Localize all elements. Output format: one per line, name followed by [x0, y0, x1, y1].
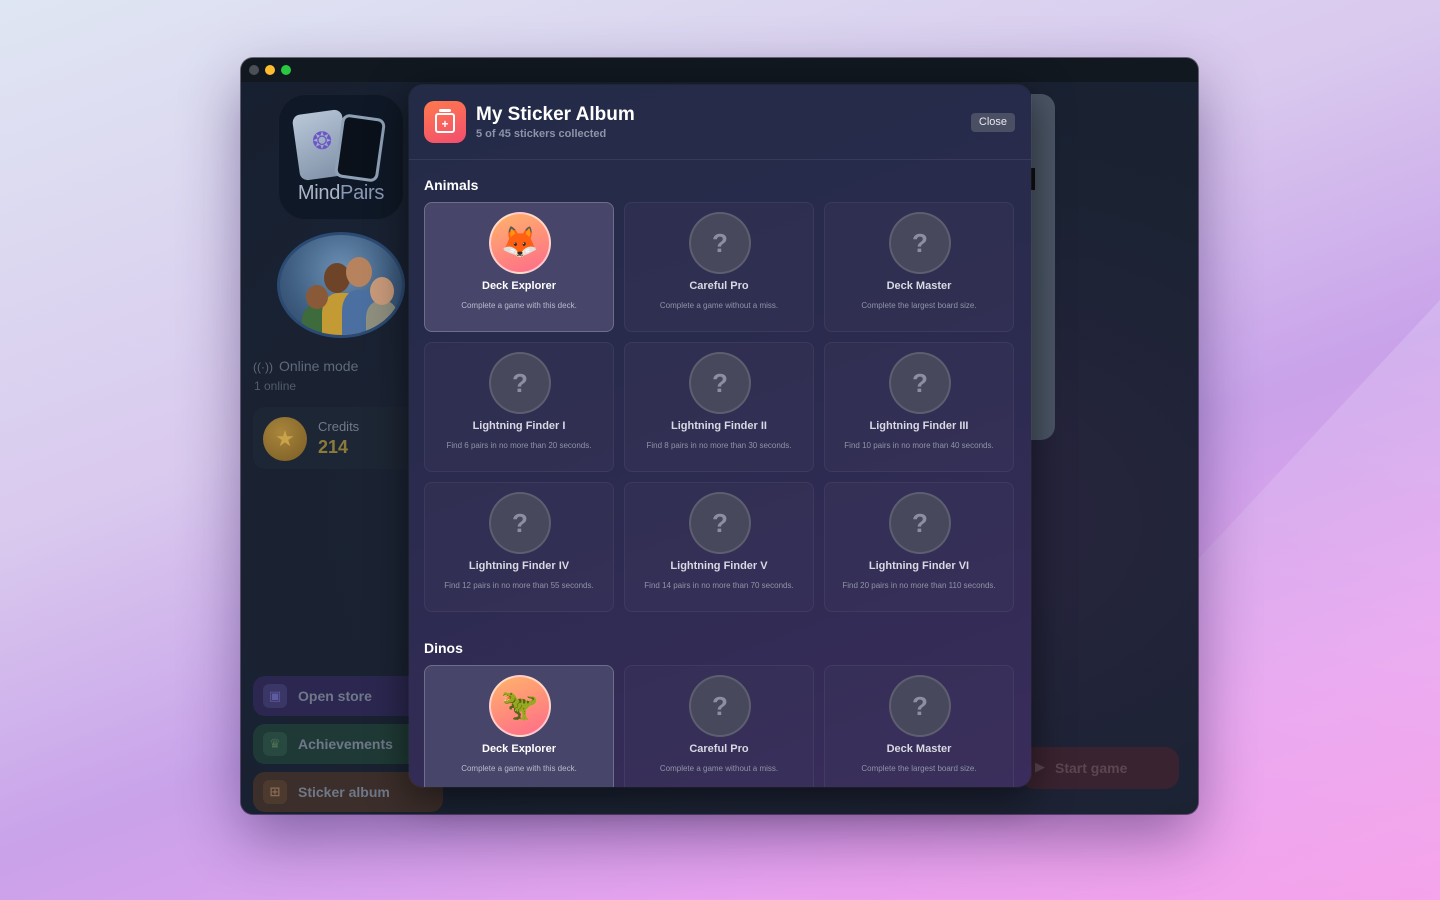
question-mark-icon: ? — [889, 352, 951, 414]
sticker-description: Complete the largest board size. — [861, 764, 977, 773]
question-mark-icon: ? — [889, 212, 951, 274]
question-mark-icon: ? — [889, 492, 951, 554]
sticker-badge-icon: 🦊 — [489, 212, 551, 274]
sticker-description: Complete a game without a miss. — [659, 301, 779, 310]
section-title: Dinos — [424, 640, 463, 656]
sticker-description: Find 10 pairs in no more than 40 seconds… — [844, 441, 994, 450]
question-mark-icon: ? — [689, 352, 751, 414]
sticker-card-locked[interactable]: ? Lightning Finder IV Find 12 pairs in no … — [424, 482, 614, 612]
star-coin-icon: ★ — [263, 417, 307, 461]
section-title: Animals — [424, 177, 479, 193]
brain-icon: ❂ — [311, 128, 333, 155]
question-mark-icon: ? — [689, 212, 751, 274]
logo-card-back — [333, 113, 387, 183]
sticker-name: Lightning Finder II — [671, 420, 767, 432]
sticker-card-locked[interactable]: ? Deck Master Complete the largest board s… — [824, 665, 1014, 787]
sticker-name: Deck Master — [886, 280, 952, 292]
trophy-icon: ♛ — [263, 732, 287, 756]
credits-label: Credits — [318, 419, 360, 434]
minimize-window-button[interactable] — [265, 65, 275, 75]
question-mark-icon: ? — [489, 352, 551, 414]
background-card-marker — [1031, 168, 1035, 190]
sticker-card-locked[interactable]: ? Lightning Finder V Find 14 pairs in no m… — [624, 482, 814, 612]
modal-header: + My Sticker Album 5 of 45 stickers coll… — [409, 85, 1031, 160]
online-count: 1 online — [254, 379, 297, 393]
sticker-name: Lightning Finder III — [869, 420, 969, 432]
question-mark-icon: ? — [889, 675, 951, 737]
sticker-description: Complete the largest board size. — [861, 301, 977, 310]
sticker-name: Careful Pro — [689, 280, 749, 292]
question-mark-icon: ? — [689, 492, 751, 554]
sticker-description: Find 14 pairs in no more than 70 seconds… — [644, 581, 794, 590]
sticker-album-modal: + My Sticker Album 5 of 45 stickers coll… — [409, 85, 1031, 787]
play-icon: ▶ — [1035, 759, 1045, 774]
sticker-name: Careful Pro — [689, 743, 749, 755]
question-mark-icon: ? — [689, 675, 751, 737]
sticker-card-locked[interactable]: ? Careful Pro Complete a game without a mi… — [624, 665, 814, 787]
start-game-button[interactable]: ▶ Start game — [1021, 747, 1179, 789]
sticker-description: Complete a game without a miss. — [659, 764, 779, 773]
title-bar — [241, 58, 1198, 82]
close-button[interactable]: Close — [970, 113, 1015, 132]
sticker-card-locked[interactable]: ? Lightning Finder I Find 6 pairs in no mo… — [424, 342, 614, 472]
sticker-description: Find 8 pairs in no more than 30 seconds. — [646, 441, 792, 450]
sticker-name: Deck Explorer — [482, 280, 556, 292]
sticker-badge-icon: 🦖 — [489, 675, 551, 737]
sticker-album-icon: + — [424, 101, 466, 143]
family-avatar — [277, 232, 405, 338]
sticker-card-locked[interactable]: ? Deck Master Complete the largest board s… — [824, 202, 1014, 332]
online-status: ((·)) Online mode — [253, 358, 359, 374]
sticker-description: Find 12 pairs in no more than 55 seconds… — [444, 581, 594, 590]
sticker-card-locked[interactable]: ? Careful Pro Complete a game without a mi… — [624, 202, 814, 332]
sticker-description: Find 20 pairs in no more than 110 second… — [842, 581, 996, 590]
question-mark-icon: ? — [489, 492, 551, 554]
sticker-card-locked[interactable]: ? Lightning Finder III Find 10 pairs in no… — [824, 342, 1014, 472]
sticker-description: Find 6 pairs in no more than 20 seconds. — [446, 441, 592, 450]
close-window-button[interactable] — [249, 65, 259, 75]
sticker-name: Lightning Finder I — [472, 420, 566, 432]
sticker-card-unlocked[interactable]: 🦖 Deck Explorer Complete a game with this … — [424, 665, 614, 787]
sticker-album-icon: ⊞ — [263, 780, 287, 804]
wifi-signal-icon: ((·)) — [253, 360, 273, 374]
sticker-card-locked[interactable]: ? Lightning Finder VI Find 20 pairs in no … — [824, 482, 1014, 612]
sticker-name: Lightning Finder VI — [868, 560, 970, 572]
sticker-name: Deck Explorer — [482, 743, 556, 755]
collection-progress: 5 of 45 stickers collected — [476, 128, 607, 140]
background-card-preview — [1031, 94, 1055, 440]
sticker-description: Complete a game with this deck. — [461, 764, 577, 773]
sticker-name: Lightning Finder V — [670, 560, 768, 572]
sticker-card-unlocked[interactable]: 🦊 Deck Explorer Complete a game with this … — [424, 202, 614, 332]
modal-title: My Sticker Album — [476, 104, 635, 125]
sticker-description: Complete a game with this deck. — [461, 301, 577, 310]
app-logo: ❂ MindPairs — [278, 94, 404, 220]
zoom-window-button[interactable] — [281, 65, 291, 75]
sticker-name: Lightning Finder IV — [468, 560, 570, 572]
sticker-name: Deck Master — [886, 743, 952, 755]
credits-value: 214 — [318, 437, 349, 457]
logo-wordmark: MindPairs — [297, 182, 385, 204]
sticker-card-locked[interactable]: ? Lightning Finder II Find 8 pairs in no m… — [624, 342, 814, 472]
bag-icon: ▣ — [263, 684, 287, 708]
